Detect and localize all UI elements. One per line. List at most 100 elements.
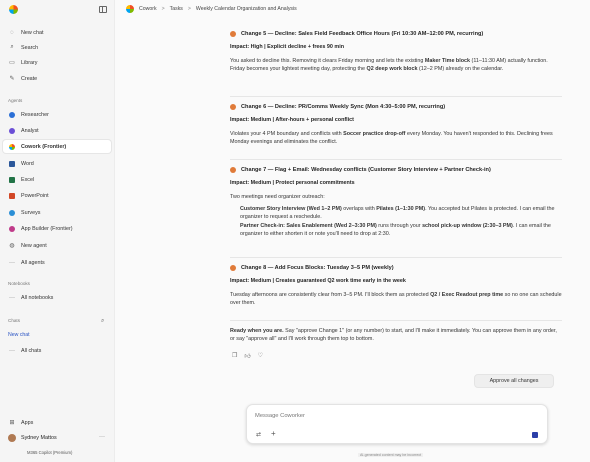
researcher-icon bbox=[8, 111, 16, 119]
change-dot-icon bbox=[230, 167, 236, 173]
agents-section-label: Agents bbox=[8, 98, 23, 103]
change-block: Change 5 — Decline: Sales Field Feedback… bbox=[230, 30, 562, 73]
sidebar-item-label: Analyst bbox=[21, 127, 39, 134]
chat-icon: ◌ bbox=[10, 29, 14, 36]
sidebar-item-all-notebooks[interactable]: ··· All notebooks bbox=[3, 291, 111, 304]
sidebar: ◌ New chat ⌕ Search ▭ Library ✎ Create A… bbox=[0, 0, 115, 462]
bold-text: school pick-up window (2:30–3 PM) bbox=[422, 223, 513, 229]
more-icon: ··· bbox=[9, 347, 15, 354]
breadcrumb-separator: > bbox=[161, 6, 165, 12]
sidebar-item-word[interactable]: Word bbox=[3, 157, 111, 170]
sidebar-item-create[interactable]: ✎ Create bbox=[3, 72, 111, 85]
divider bbox=[230, 159, 562, 160]
analyst-icon bbox=[8, 127, 16, 135]
sidebar-item-analyst[interactable]: Analyst bbox=[3, 124, 111, 137]
send-button[interactable] bbox=[532, 432, 538, 438]
sidebar-item-excel[interactable]: Excel bbox=[3, 173, 111, 186]
sidebar-item-label: Create bbox=[21, 75, 38, 82]
text: You asked to decline this. Removing it c… bbox=[230, 58, 425, 64]
cowork-logo-icon bbox=[126, 5, 134, 13]
sidebar-item-label: PowerPoint bbox=[21, 192, 49, 199]
change-impact: Impact: Medium | Protect personal commit… bbox=[230, 180, 355, 186]
bold-text: Soccer practice drop-off bbox=[343, 131, 406, 137]
sidebar-item-cowork[interactable]: Cowork (Frontier) bbox=[3, 140, 111, 153]
collapse-sidebar-icon[interactable] bbox=[99, 6, 107, 13]
change-impact: Impact: High | Explicit decline + frees … bbox=[230, 44, 344, 50]
sidebar-item-label: Researcher bbox=[21, 111, 49, 118]
message-actions: ❐ 👍︎ ♡ bbox=[232, 352, 263, 360]
thumbs-up-icon[interactable]: 👍︎ bbox=[244, 352, 250, 360]
sidebar-item-all-agents[interactable]: ··· All agents bbox=[3, 256, 111, 269]
bold-text: Q2 / Exec Readout prep time bbox=[430, 292, 504, 298]
sidebar-item-researcher[interactable]: Researcher bbox=[3, 108, 111, 121]
copilot-logo-icon[interactable] bbox=[9, 5, 18, 14]
chats-search-icon[interactable]: ⌕ bbox=[101, 318, 104, 325]
change-title-text: Change 7 — Flag + Email: Wednesday confl… bbox=[241, 167, 491, 173]
sidebar-item-new-chat[interactable]: ◌ New chat bbox=[3, 26, 111, 39]
ai-disclaimer: AI-generated content may be incorrect bbox=[358, 453, 424, 457]
sidebar-item-label: All agents bbox=[21, 259, 45, 266]
text: (12–2 PM) already on the calendar. bbox=[417, 66, 504, 72]
sidebar-item-all-chats[interactable]: ··· All chats bbox=[3, 344, 111, 357]
change-dot-icon bbox=[230, 31, 236, 37]
sidebar-item-library[interactable]: ▭ Library bbox=[3, 56, 111, 69]
sidebar-item-label: Apps bbox=[21, 419, 34, 426]
copy-icon[interactable]: ❐ bbox=[232, 352, 237, 360]
breadcrumb-item[interactable]: Cowork bbox=[139, 6, 157, 12]
tools-icon[interactable]: ⇄ bbox=[256, 431, 261, 438]
change-description: Violates your 4 PM boundary and conflict… bbox=[230, 130, 562, 146]
text: runs through your bbox=[376, 223, 423, 229]
user-profile[interactable]: Sydney Mattos bbox=[3, 432, 111, 444]
add-icon[interactable]: + bbox=[271, 429, 276, 438]
sidebar-item-label: Surveys bbox=[21, 209, 41, 216]
sidebar-item-new-agent[interactable]: ◍ New agent bbox=[3, 239, 111, 252]
sidebar-item-label: Cowork (Frontier) bbox=[21, 143, 67, 150]
surveys-icon bbox=[8, 209, 16, 217]
sidebar-item-apps[interactable]: ⊞ Apps bbox=[3, 416, 111, 429]
bold-text: Q2 deep work block bbox=[366, 66, 418, 72]
approve-all-button[interactable]: Approve all changes bbox=[474, 374, 554, 388]
sidebar-item-label: Excel bbox=[21, 176, 35, 183]
avatar bbox=[8, 434, 16, 442]
sidebar-item-powerpoint[interactable]: PowerPoint bbox=[3, 189, 111, 202]
app-builder-icon bbox=[8, 225, 16, 233]
text: Tuesday afternoons are consistently clea… bbox=[230, 292, 431, 298]
change-list-item: Customer Story Interview (Wed 1–2 PM) ov… bbox=[230, 205, 562, 221]
message-input[interactable] bbox=[255, 413, 455, 419]
text: overlaps with bbox=[341, 206, 377, 212]
change-description: You asked to decline this. Removing it c… bbox=[230, 57, 562, 73]
change-intro: Two meetings need organizer outreach: bbox=[230, 194, 325, 200]
user-more-icon[interactable]: ··· bbox=[99, 434, 105, 440]
change-block: Change 8 — Add Focus Blocks: Tuesday 3–5… bbox=[230, 264, 562, 307]
divider bbox=[230, 257, 562, 258]
sidebar-item-label: App Builder (Frontier) bbox=[21, 225, 73, 232]
sidebar-item-label: All notebooks bbox=[21, 294, 54, 301]
sidebar-item-label: Library bbox=[21, 59, 38, 66]
text: Violates your 4 PM boundary and conflict… bbox=[230, 131, 344, 137]
change-block: Change 7 — Flag + Email: Wednesday confl… bbox=[230, 166, 562, 238]
new-chat-link[interactable]: New chat bbox=[8, 332, 30, 338]
breadcrumb-item[interactable]: Tasks bbox=[170, 6, 183, 12]
sidebar-item-label: All chats bbox=[21, 347, 42, 354]
sidebar-item-search[interactable]: ⌕ Search bbox=[3, 41, 111, 54]
sidebar-item-app-builder[interactable]: App Builder (Frontier) bbox=[3, 222, 111, 235]
breadcrumb: Cowork > Tasks > Weekly Calendar Organiz… bbox=[115, 0, 590, 18]
change-dot-icon bbox=[230, 265, 236, 271]
change-title-text: Change 5 — Decline: Sales Field Feedback… bbox=[241, 31, 484, 37]
change-title: Change 6 — Decline: PR/Comms Weekly Sync… bbox=[230, 103, 562, 111]
cowork-icon bbox=[8, 143, 16, 151]
breadcrumb-current: Weekly Calendar Organization and Analysi… bbox=[195, 6, 297, 12]
change-block: Change 6 — Decline: PR/Comms Weekly Sync… bbox=[230, 103, 562, 146]
change-dot-icon bbox=[230, 104, 236, 110]
chats-section-label: Chats bbox=[8, 318, 21, 323]
divider bbox=[230, 96, 562, 97]
sidebar-item-surveys[interactable]: Surveys bbox=[3, 206, 111, 219]
change-impact: Impact: Medium | Creates guaranteed Q2 w… bbox=[230, 278, 406, 284]
ready-text: Ready when you are. Say "approve Change … bbox=[230, 327, 562, 343]
thumbs-down-icon[interactable]: ♡ bbox=[258, 352, 263, 360]
change-impact: Impact: Medium | After-hours + personal … bbox=[230, 117, 354, 123]
change-title: Change 8 — Add Focus Blocks: Tuesday 3–5… bbox=[230, 264, 562, 272]
sidebar-item-label: Search bbox=[21, 44, 39, 51]
bold-text: Partner Check-in: Sales Enablement (Wed … bbox=[240, 223, 377, 229]
change-title-text: Change 8 — Add Focus Blocks: Tuesday 3–5… bbox=[241, 265, 394, 271]
